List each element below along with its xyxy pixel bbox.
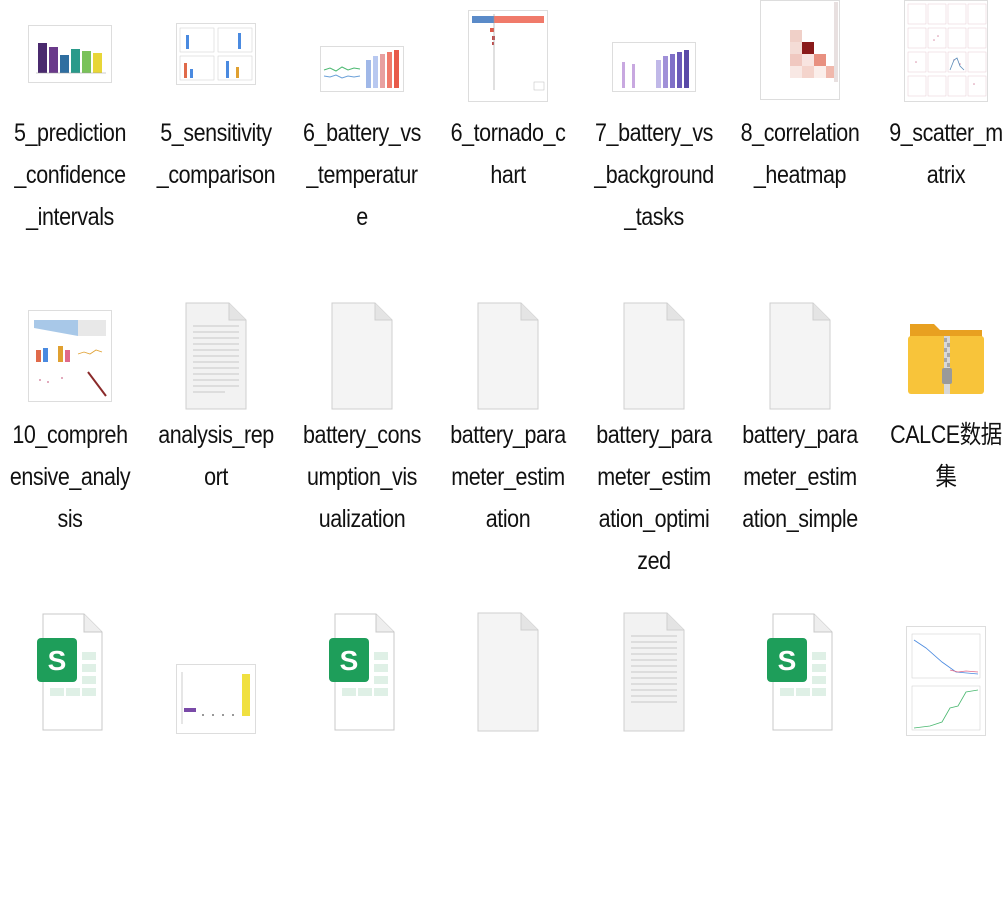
file-name-label: battery_parameter_estimation — [450, 421, 566, 533]
file-item[interactable] — [146, 612, 286, 902]
file-name-label: 6_battery_vs_temperature — [303, 119, 421, 231]
blank-file-icon — [584, 302, 724, 410]
spreadsheet-icon: S — [292, 612, 432, 731]
line-bar-chart-thumbnail — [292, 0, 432, 108]
file-item[interactable]: 7_battery_vs_background_tasks — [584, 0, 724, 290]
bar-chart-thumbnail — [584, 0, 724, 108]
file-name-label: battery_consumption_visualization — [303, 421, 421, 533]
file-name-label: 6_tornado_chart — [450, 119, 566, 189]
file-name-label: 7_battery_vs_background_tasks — [594, 119, 714, 231]
tornado-chart-thumbnail — [438, 0, 578, 108]
bar-chart-thumbnail — [146, 612, 286, 734]
file-item[interactable]: 8_correlation_heatmap — [730, 0, 870, 290]
blank-file-icon — [438, 302, 578, 410]
file-item[interactable]: CALCE数据集 — [876, 302, 1004, 592]
file-item[interactable]: S — [292, 612, 432, 902]
file-item[interactable] — [584, 612, 724, 902]
heatmap-thumbnail — [730, 0, 870, 108]
spreadsheet-icon: S — [0, 612, 140, 731]
blank-file-icon — [292, 302, 432, 410]
file-item[interactable]: 9_scatter_matrix — [876, 0, 1004, 290]
blank-file-icon — [438, 612, 578, 732]
file-name-label: CALCE数据集 — [890, 421, 1002, 491]
file-item[interactable]: S — [730, 612, 870, 902]
file-item[interactable]: battery_parameter_estimation_optimized — [584, 302, 724, 592]
file-item[interactable]: battery_consumption_visualization — [292, 302, 432, 592]
file-name-label: battery_parameter_estimation_simple — [742, 421, 858, 533]
line-chart-thumbnail — [876, 612, 1004, 736]
file-item[interactable]: 6_tornado_chart — [438, 0, 578, 290]
file-name-label: battery_parameter_estimation_optimized — [596, 421, 712, 575]
file-item[interactable]: 10_comprehensive_analysis — [0, 302, 140, 592]
svg-text:S: S — [778, 645, 797, 676]
file-item[interactable]: 5_prediction_confidence_intervals — [0, 0, 140, 290]
svg-text:S: S — [48, 645, 67, 676]
file-grid: 5_prediction_confidence_intervals 5_sens… — [0, 0, 1004, 738]
zip-folder-icon — [876, 302, 1004, 410]
file-item[interactable]: battery_parameter_estimation — [438, 302, 578, 592]
file-item[interactable]: S — [0, 612, 140, 902]
scatter-matrix-thumbnail — [876, 0, 1004, 108]
bar-chart-thumbnail — [0, 0, 140, 108]
text-document-icon — [146, 302, 286, 410]
multi-panel-chart-thumbnail — [146, 0, 286, 108]
file-name-label: 9_scatter_matrix — [889, 119, 1003, 189]
file-name-label: analysis_report — [158, 421, 274, 491]
file-item[interactable]: analysis_report — [146, 302, 286, 592]
blank-file-icon — [730, 302, 870, 410]
svg-text:S: S — [340, 645, 359, 676]
dashboard-chart-thumbnail — [0, 302, 140, 410]
file-item[interactable]: battery_parameter_estimation_simple — [730, 302, 870, 592]
file-item[interactable] — [438, 612, 578, 902]
file-name-label: 8_correlation_heatmap — [740, 119, 860, 189]
spreadsheet-icon: S — [730, 612, 870, 731]
file-item[interactable]: 6_battery_vs_temperature — [292, 0, 432, 290]
file-name-label: 5_sensitivity_comparison — [156, 119, 276, 189]
text-document-icon — [584, 612, 724, 732]
file-name-label: 10_comprehensive_analysis — [9, 421, 131, 533]
file-item[interactable]: 5_sensitivity_comparison — [146, 0, 286, 290]
file-name-label: 5_prediction_confidence_intervals — [14, 119, 126, 231]
file-item[interactable] — [876, 612, 1004, 902]
